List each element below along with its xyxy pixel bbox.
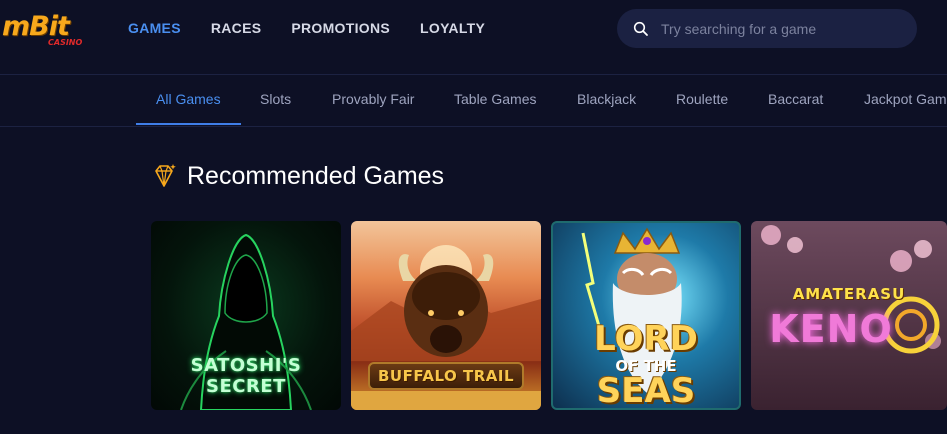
game-card-lord-of-the-seas[interactable]: LORD OF THE SEAS xyxy=(551,221,741,410)
game-title-line-1: LORD xyxy=(594,319,698,359)
game-title-line-1: AMATERASU xyxy=(792,285,906,303)
game-card-buffalo-trail[interactable]: BUFFALO TRAIL xyxy=(351,221,541,410)
game-title: SATOSHI'S SECRET xyxy=(190,355,302,397)
section-header: Recommended Games xyxy=(150,160,444,192)
active-tab-indicator xyxy=(136,123,241,125)
logo-subtext: CASINO xyxy=(48,38,83,47)
tab-all-games[interactable]: All Games xyxy=(156,75,221,126)
category-tabs: All Games Slots Provably Fair Table Game… xyxy=(0,75,947,127)
game-card-amaterasu-keno[interactable]: AMATERASU KENO xyxy=(751,221,947,410)
tab-baccarat[interactable]: Baccarat xyxy=(768,75,823,126)
nav-races[interactable]: RACES xyxy=(211,20,262,36)
tab-provably-fair[interactable]: Provably Fair xyxy=(332,75,414,126)
tab-table-games[interactable]: Table Games xyxy=(454,75,536,126)
game-title: BUFFALO TRAIL xyxy=(355,362,537,390)
tab-roulette[interactable]: Roulette xyxy=(676,75,728,126)
game-title-line-3: SEAS xyxy=(596,371,696,410)
nav-games[interactable]: GAMES xyxy=(128,20,181,36)
main-nav: GAMES RACES PROMOTIONS LOYALTY xyxy=(128,20,485,36)
tab-slots[interactable]: Slots xyxy=(260,75,291,126)
tab-jackpot-game[interactable]: Jackpot Game xyxy=(864,75,947,126)
game-title-plate: BUFFALO TRAIL xyxy=(367,362,525,390)
game-card-satoshis-secret[interactable]: SATOSHI'S SECRET xyxy=(151,221,341,410)
search-input[interactable] xyxy=(661,9,901,48)
game-title-line-2: KENO xyxy=(769,307,893,351)
nav-loyalty[interactable]: LOYALTY xyxy=(420,20,485,36)
search-bar[interactable] xyxy=(617,9,917,48)
tab-blackjack[interactable]: Blackjack xyxy=(577,75,636,126)
nav-promotions[interactable]: PROMOTIONS xyxy=(291,20,390,36)
top-header: mBit CASINO GAMES RACES PROMOTIONS LOYAL… xyxy=(0,0,947,75)
site-logo[interactable]: mBit CASINO xyxy=(2,12,92,48)
search-icon xyxy=(633,21,648,36)
diamond-icon xyxy=(155,164,176,187)
section-title: Recommended Games xyxy=(187,161,445,190)
